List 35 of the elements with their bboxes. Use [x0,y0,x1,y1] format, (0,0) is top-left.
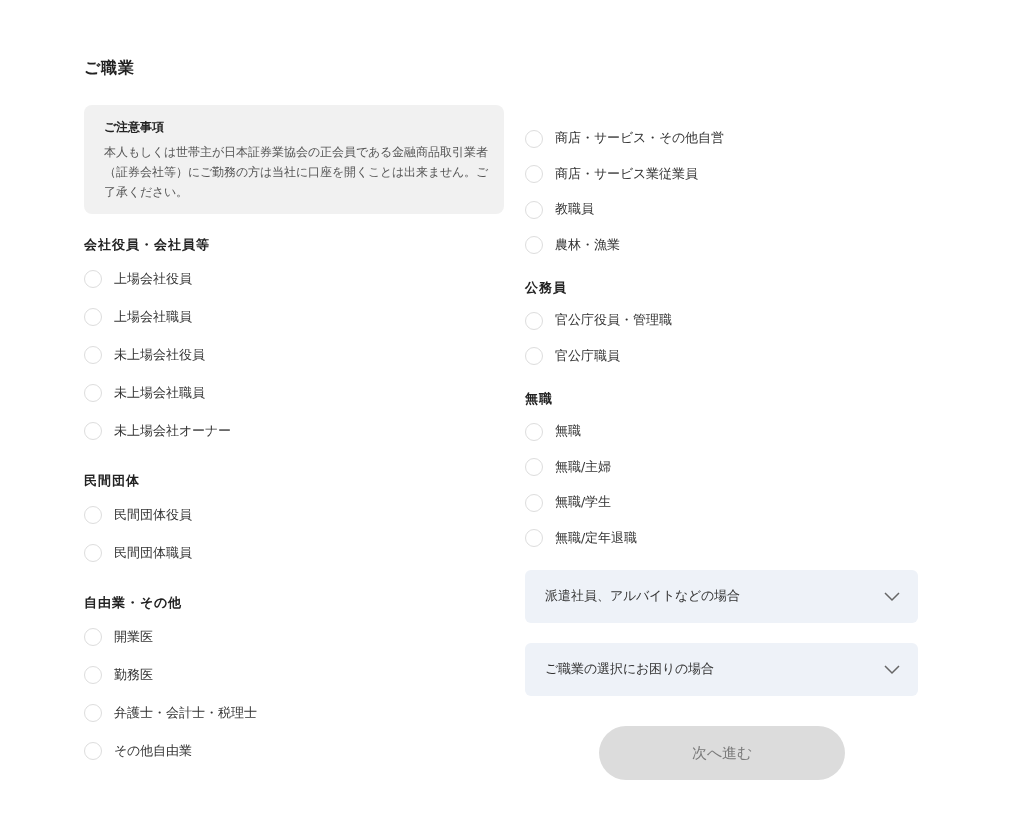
option-label[interactable]: 官公庁役員・管理職 [555,312,672,330]
chevron-icon [884,664,900,675]
option-label[interactable]: 商店・サービス業従業員 [555,165,698,183]
notice-heading: ご注意事項 [104,119,165,136]
option-label[interactable]: 無職/定年退職 [555,529,638,547]
option-label[interactable]: 弁護士・会計士・税理士 [114,704,257,722]
option-label[interactable]: 上場会社職員 [114,308,192,326]
option-label[interactable]: 民間団体職員 [114,544,192,562]
option-label[interactable]: 官公庁職員 [555,347,620,365]
option-label[interactable]: 未上場会社職員 [114,384,205,402]
option-label[interactable]: 民間団体役員 [114,506,192,524]
option-label[interactable]: 開業医 [114,628,153,646]
option-label[interactable]: 教職員 [555,201,594,219]
group-heading: 会社役員・会社員等 [84,236,211,254]
option-label[interactable]: 未上場会社オーナー [114,422,231,440]
option-label[interactable]: 上場会社役員 [114,270,192,288]
option-label[interactable]: 無職 [555,423,581,441]
group-heading: 自由業・その他 [84,594,183,612]
option-label[interactable]: 無職/主婦 [555,458,612,476]
accordion-label: 派遣社員、アルバイトなどの場合 [545,588,740,605]
accordion-header[interactable]: ご職業の選択にお困りの場合 [525,643,918,696]
page-title: ご職業 [84,58,136,79]
option-label[interactable]: 無職/学生 [555,494,612,512]
option-label[interactable]: 農林・漁業 [555,236,620,254]
accordion-label: ご職業の選択にお困りの場合 [545,661,714,678]
notice-text: 本人もしくは世帯主が日本証券業協会の正会員である金融商品取引業者（証券会社等）にご勤務の方は当社に口座を開くことは出来ません。ご了承ください。 [104,144,488,201]
group-heading: 公務員 [525,279,568,297]
option-label[interactable]: その他自由業 [114,742,192,760]
group-heading: 無職 [525,390,554,408]
accordion-header[interactable]: 派遣社員、アルバイトなどの場合 [525,570,918,623]
option-label[interactable]: 商店・サービス・その他自営 [555,130,724,148]
chevron-icon [884,591,900,602]
option-label[interactable]: 勤務医 [114,666,153,684]
option-label[interactable]: 未上場会社役員 [114,346,205,364]
group-heading: 民間団体 [84,472,141,490]
